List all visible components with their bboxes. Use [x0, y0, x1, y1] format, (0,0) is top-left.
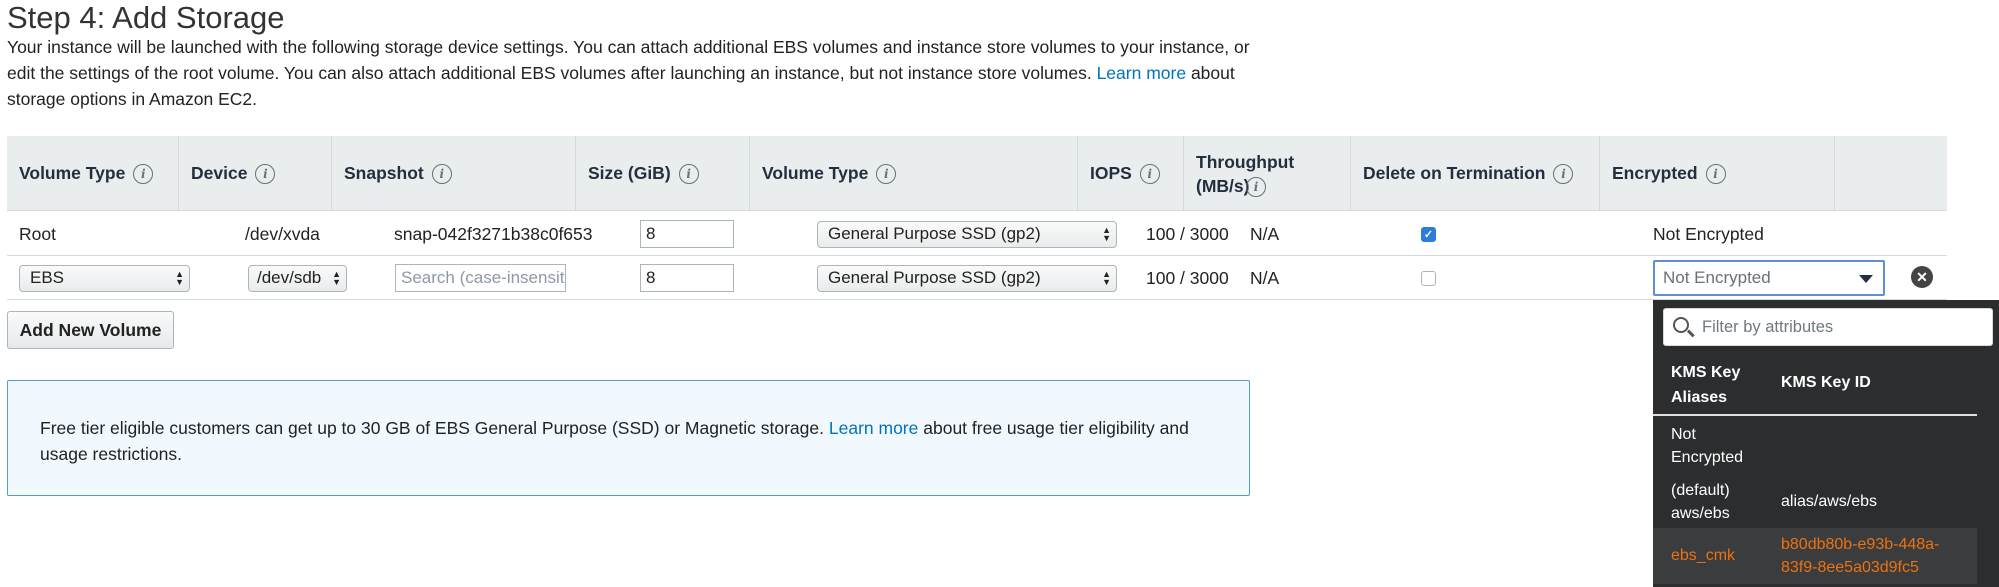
storage-table: Volume Type i Device i Snapshot i Size (… — [7, 136, 1947, 300]
select-arrows-icon: ▲ ▼ — [1102, 268, 1111, 287]
volume-type-cell: Root — [19, 223, 56, 244]
caret-down-icon — [1859, 275, 1873, 283]
volume-type-cell: EBS ▲ ▼ — [7, 256, 190, 300]
kms-option[interactable]: (default) aws/ebs alias/aws/ebs — [1653, 474, 1977, 530]
header-iops: IOPS i — [1078, 136, 1184, 211]
kms-option-alias: (default) aws/ebs — [1671, 482, 1730, 522]
filter-input[interactable]: Filter by attributes — [1663, 308, 1993, 346]
header-ebs-volume-type: Volume Type i — [750, 136, 1078, 211]
kms-key-dropdown: Filter by attributes KMS Key Aliases KMS… — [1653, 300, 1999, 587]
header-label: Volume Type — [762, 163, 869, 183]
throughput-cell: N/A — [1250, 223, 1280, 244]
header-label: IOPS — [1090, 163, 1132, 183]
select-value: EBS — [30, 268, 65, 287]
intro-body: Your instance will be launched with the … — [7, 37, 1250, 83]
delete-on-termination-checkbox[interactable]: ✓ — [1421, 226, 1436, 242]
header-encrypted: Encrypted i — [1600, 136, 1835, 211]
kms-option[interactable]: ebs_cmk b80db80b-e93b-448a-83f9-8ee5a03d… — [1653, 528, 1977, 584]
header-delete-on-termination: Delete on Termination i — [1351, 136, 1600, 211]
ebs-type-select[interactable]: General Purpose SSD (gp2) ▲ ▼ — [817, 220, 1117, 248]
header-throughput: Throughput (MB/s) i — [1184, 136, 1351, 211]
size-cell: 8 — [628, 256, 734, 300]
free-tier-text: Free tier eligible customers can get up … — [40, 415, 1220, 467]
throughput-cell: N/A — [1250, 267, 1280, 288]
add-new-volume-button[interactable]: Add New Volume — [7, 311, 174, 349]
header-volume-type: Volume Type i — [7, 136, 179, 211]
snapshot-search-input[interactable]: Search (case-insensit — [395, 264, 566, 292]
info-icon[interactable]: i — [678, 163, 699, 184]
kms-option-id: b80db80b-e93b-448a-83f9-8ee5a03d9fc5 — [1781, 536, 1940, 576]
header-device: Device i — [179, 136, 332, 211]
info-icon[interactable]: i — [431, 163, 452, 184]
kms-option-id: alias/aws/ebs — [1781, 493, 1878, 510]
select-arrows-icon: ▲ ▼ — [1102, 224, 1111, 243]
select-value: General Purpose SSD (gp2) — [828, 268, 1041, 287]
device-cell: /dev/xvda — [245, 223, 320, 244]
delete-on-termination-checkbox[interactable] — [1421, 270, 1436, 286]
header-label: Size (GiB) — [588, 163, 671, 183]
select-value: /dev/sdb — [257, 268, 322, 287]
free-tier-body: Free tier eligible customers can get up … — [40, 418, 824, 438]
info-icon[interactable]: i — [1139, 163, 1160, 184]
encryption-placeholder: Not Encrypted — [1663, 268, 1771, 287]
size-cell: 8 — [628, 212, 734, 256]
info-icon[interactable]: i — [255, 163, 276, 184]
info-icon[interactable]: i — [1553, 163, 1574, 184]
ebs-type-select[interactable]: General Purpose SSD (gp2) ▲ ▼ — [817, 264, 1117, 292]
filter-placeholder: Filter by attributes — [1702, 317, 1834, 336]
table-header: Volume Type i Device i Snapshot i Size (… — [7, 136, 1947, 211]
size-input[interactable]: 8 — [640, 264, 734, 292]
free-tier-learn-more-link[interactable]: Learn more — [829, 418, 919, 438]
header-label: Snapshot — [344, 163, 424, 183]
header-label: Delete on Termination — [1363, 163, 1546, 183]
ebs-type-cell: General Purpose SSD (gp2) ▲ ▼ — [805, 212, 1117, 256]
table-row: Root /dev/xvda snap-042f3271b38c0f653 8 … — [7, 212, 1947, 256]
header-snapshot: Snapshot i — [332, 136, 576, 211]
info-icon[interactable]: i — [133, 163, 154, 184]
free-tier-info-box: Free tier eligible customers can get up … — [7, 380, 1250, 496]
search-icon — [1673, 317, 1689, 333]
delete-cell — [1409, 256, 1436, 300]
device-select[interactable]: /dev/sdb ▲ ▼ — [248, 264, 347, 292]
info-icon[interactable]: i — [1246, 176, 1266, 197]
encryption-select[interactable]: Not Encrypted — [1653, 260, 1885, 296]
kms-option[interactable]: Not Encrypted — [1653, 418, 1977, 474]
header-label: Encrypted — [1612, 163, 1698, 183]
kms-alias-header: KMS Key Aliases — [1671, 364, 1741, 406]
select-value: General Purpose SSD (gp2) — [828, 224, 1041, 243]
intro-text: Your instance will be launched with the … — [7, 34, 1262, 112]
snapshot-cell: Search (case-insensit — [383, 256, 566, 300]
ebs-type-cell: General Purpose SSD (gp2) ▲ ▼ — [805, 256, 1117, 300]
info-icon[interactable]: i — [1705, 163, 1726, 184]
header-size: Size (GiB) i — [576, 136, 750, 211]
remove-icon[interactable]: ✕ — [1911, 266, 1933, 288]
kms-option-alias: Not Encrypted — [1671, 426, 1744, 466]
kms-id-header: KMS Key ID — [1781, 374, 1871, 391]
info-icon[interactable]: i — [876, 163, 897, 184]
encrypted-cell: Not Encrypted — [1653, 223, 1764, 244]
learn-more-link[interactable]: Learn more — [1097, 63, 1187, 83]
page-title: Step 4: Add Storage — [7, 0, 285, 35]
kms-table-header: KMS Key Aliases KMS Key ID — [1653, 354, 1977, 416]
select-arrows-icon: ▲ ▼ — [175, 268, 184, 287]
kms-option-alias: ebs_cmk — [1671, 547, 1736, 564]
iops-cell: 100 / 3000 — [1146, 267, 1229, 288]
delete-cell: ✓ — [1409, 212, 1436, 256]
snapshot-cell: snap-042f3271b38c0f653 — [394, 223, 593, 244]
size-input[interactable]: 8 — [640, 220, 734, 248]
header-label: Device — [191, 163, 248, 183]
volume-type-select[interactable]: EBS ▲ ▼ — [19, 264, 190, 292]
select-arrows-icon: ▲ ▼ — [332, 268, 341, 287]
device-cell: /dev/sdb ▲ ▼ — [236, 256, 347, 300]
iops-cell: 100 / 3000 — [1146, 223, 1229, 244]
header-label: Volume Type — [19, 163, 126, 183]
